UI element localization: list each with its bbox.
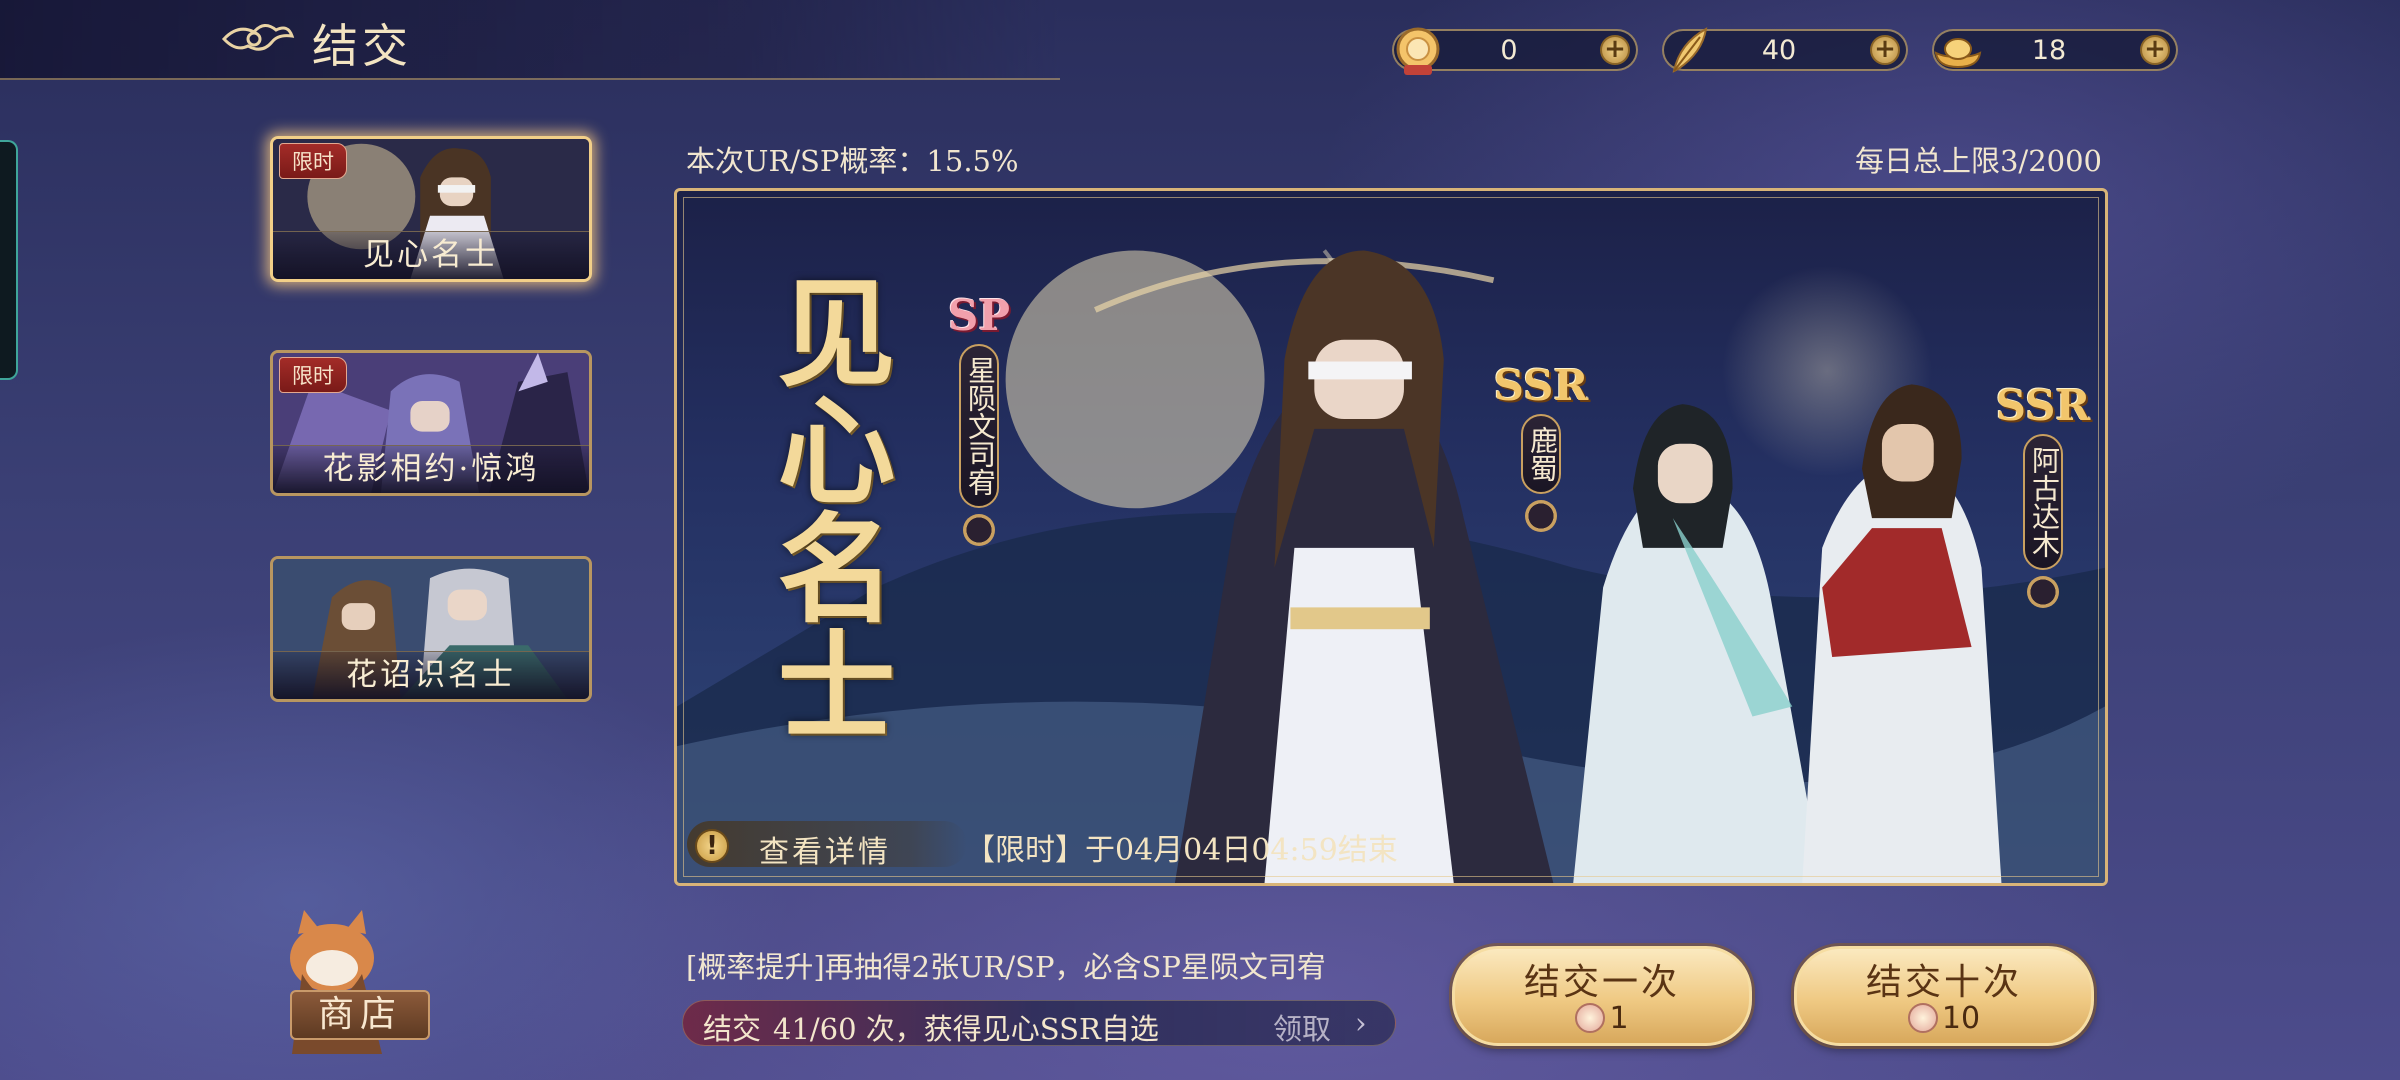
progress-label: 结交	[703, 1012, 762, 1046]
pull-progress-bar: 结交 41/60 次，获得见心SSR自选 领取 ›	[682, 1000, 1396, 1046]
top-bar	[0, 0, 1060, 80]
banner-label: 见心名士	[273, 231, 589, 279]
shop-button[interactable]: 商店	[262, 904, 462, 1074]
magnifier-icon[interactable]	[963, 514, 995, 546]
pull-ten-label: 结交十次	[1865, 962, 2022, 1003]
gold-ingot-icon	[1934, 38, 1982, 69]
currency-gold: 18 +	[1932, 29, 2178, 71]
view-details-label: 查看详情	[759, 835, 891, 870]
shop-label: 商店	[290, 990, 430, 1040]
banner-label: 花影相约·惊鸿	[273, 445, 589, 493]
info-icon: !	[695, 829, 729, 863]
magnifier-icon[interactable]	[2027, 576, 2059, 608]
page-title: 结交	[312, 19, 412, 73]
add-token-button[interactable]: +	[1600, 35, 1630, 65]
view-details-button[interactable]: ! 查看详情	[687, 821, 967, 870]
add-feather-button[interactable]: +	[1870, 35, 1900, 65]
character-tag-ssr-agudamu[interactable]: SSR 阿古达木	[1993, 381, 2093, 608]
character-name: 阿古达木	[2023, 434, 2063, 570]
pull-once-cost-value: 1	[1609, 1001, 1629, 1036]
chevron-right-icon: ›	[1355, 1006, 1367, 1040]
pull-ten-cost-value: 10	[1941, 1001, 1981, 1036]
banner-label: 花诏识名士	[273, 651, 589, 699]
currency-feather: 40 +	[1662, 27, 1908, 73]
pull-once-cost: 1	[1455, 1001, 1749, 1036]
pull-once-button[interactable]: 结交一次 1	[1452, 946, 1752, 1046]
gold-count: 18	[2031, 35, 2067, 66]
cat-shop-icon	[290, 910, 382, 1054]
banner-card-huaying[interactable]: 限时 花影相约·惊鸿	[270, 350, 592, 496]
side-drawer-tab[interactable]	[0, 140, 18, 380]
rarity-ssr-badge: SSR	[1493, 361, 1589, 410]
claim-button[interactable]: 领取	[1273, 1006, 1331, 1048]
feather-icon	[1672, 27, 1708, 73]
rarity-ssr-badge: SSR	[1995, 381, 2091, 430]
token-icon	[1396, 27, 1440, 75]
token-icon	[1907, 1003, 1938, 1033]
character-tag-ssr-lushu[interactable]: SSR 鹿蜀	[1491, 361, 1591, 532]
token-count: 0	[1500, 35, 1518, 66]
ur-sp-rate: 本次UR/SP概率：15.5%	[686, 144, 1019, 178]
token-icon	[1575, 1003, 1606, 1033]
back-button[interactable]	[218, 14, 298, 64]
feather-count: 40	[1761, 35, 1797, 66]
magnifier-icon[interactable]	[1525, 500, 1557, 532]
character-name: 星陨文司宥	[959, 344, 999, 508]
pull-ten-button[interactable]: 结交十次 10	[1794, 946, 2094, 1046]
rate-boost-text: [概率提升]再抽得2张UR/SP，必含SP星陨文司宥	[686, 950, 1326, 984]
progress-count: 41/60 次，获得见心SSR自选	[773, 1012, 1159, 1046]
rarity-sp-badge: SP	[948, 291, 1010, 340]
pull-ten-cost: 10	[1797, 1001, 2091, 1036]
limited-tag: 限时	[279, 143, 347, 179]
banner-card-huazhao[interactable]: 花诏识名士	[270, 556, 592, 702]
cloud-back-icon	[221, 24, 295, 51]
character-name: 鹿蜀	[1521, 414, 1561, 494]
end-time-text: 【限时】于04月04日04:59结束	[965, 833, 1398, 868]
pull-once-label: 结交一次	[1523, 962, 1680, 1003]
banner-title: 见心名士	[757, 271, 896, 743]
add-gold-button[interactable]: +	[2140, 35, 2170, 65]
main-banner: 见心名士 SP 星陨文司宥 SSR 鹿蜀 SSR 阿古达木 ! 查看详情 【限时…	[674, 188, 2108, 886]
details-bar: ! 查看详情 【限时】于04月04日04:59结束	[687, 819, 1547, 870]
banner-card-jianxin[interactable]: 限时 见心名士	[270, 136, 592, 282]
daily-limit: 每日总上限3/2000	[1854, 144, 2102, 178]
limited-tag: 限时	[279, 357, 347, 393]
character-tag-sp[interactable]: SP 星陨文司宥	[939, 291, 1019, 546]
currency-token: 0 +	[1392, 27, 1638, 75]
